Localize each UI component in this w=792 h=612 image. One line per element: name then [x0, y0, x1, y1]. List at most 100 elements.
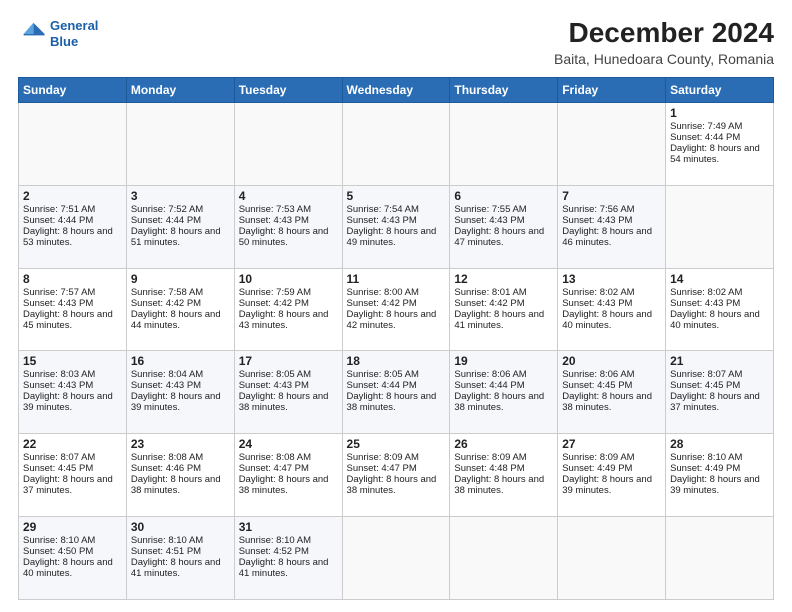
sunset-text: Sunset: 4:43 PM — [562, 215, 661, 226]
calendar-table: SundayMondayTuesdayWednesdayThursdayFrid… — [18, 77, 774, 600]
sunrise-text: Sunrise: 7:54 AM — [347, 204, 446, 215]
calendar-week-row: 15Sunrise: 8:03 AMSunset: 4:43 PMDayligh… — [19, 351, 774, 434]
daylight-text: Daylight: 8 hours and 38 minutes. — [239, 391, 338, 413]
page: General Blue December 2024 Baita, Hunedo… — [0, 0, 792, 612]
calendar-day-cell: 2Sunrise: 7:51 AMSunset: 4:44 PMDaylight… — [19, 185, 127, 268]
daylight-text: Daylight: 8 hours and 39 minutes. — [670, 474, 769, 496]
day-number: 18 — [347, 354, 446, 368]
day-number: 16 — [131, 354, 230, 368]
title-block: December 2024 Baita, Hunedoara County, R… — [554, 18, 774, 67]
sunset-text: Sunset: 4:50 PM — [23, 546, 122, 557]
calendar-day-cell: 25Sunrise: 8:09 AMSunset: 4:47 PMDayligh… — [342, 434, 450, 517]
calendar-day-cell — [666, 185, 774, 268]
sunrise-text: Sunrise: 8:09 AM — [347, 452, 446, 463]
daylight-text: Daylight: 8 hours and 51 minutes. — [131, 226, 230, 248]
daylight-text: Daylight: 8 hours and 38 minutes. — [347, 474, 446, 496]
main-title: December 2024 — [554, 18, 774, 49]
sunset-text: Sunset: 4:46 PM — [131, 463, 230, 474]
sunset-text: Sunset: 4:48 PM — [454, 463, 553, 474]
sunset-text: Sunset: 4:43 PM — [23, 380, 122, 391]
day-number: 6 — [454, 189, 553, 203]
sunset-text: Sunset: 4:43 PM — [239, 215, 338, 226]
sunset-text: Sunset: 4:44 PM — [347, 380, 446, 391]
daylight-text: Daylight: 8 hours and 46 minutes. — [562, 226, 661, 248]
daylight-text: Daylight: 8 hours and 38 minutes. — [454, 391, 553, 413]
sunrise-text: Sunrise: 7:49 AM — [670, 121, 769, 132]
day-number: 8 — [23, 272, 122, 286]
calendar-day-header: Sunday — [19, 77, 127, 102]
logo: General Blue — [18, 18, 98, 49]
day-number: 27 — [562, 437, 661, 451]
daylight-text: Daylight: 8 hours and 39 minutes. — [23, 391, 122, 413]
day-number: 24 — [239, 437, 338, 451]
daylight-text: Daylight: 8 hours and 42 minutes. — [347, 309, 446, 331]
day-number: 2 — [23, 189, 122, 203]
calendar-day-cell: 1Sunrise: 7:49 AMSunset: 4:44 PMDaylight… — [666, 102, 774, 185]
sunset-text: Sunset: 4:44 PM — [23, 215, 122, 226]
sunrise-text: Sunrise: 7:55 AM — [454, 204, 553, 215]
daylight-text: Daylight: 8 hours and 50 minutes. — [239, 226, 338, 248]
calendar-week-row: 22Sunrise: 8:07 AMSunset: 4:45 PMDayligh… — [19, 434, 774, 517]
calendar-day-cell: 23Sunrise: 8:08 AMSunset: 4:46 PMDayligh… — [126, 434, 234, 517]
calendar-day-cell — [342, 517, 450, 600]
calendar-day-cell: 20Sunrise: 8:06 AMSunset: 4:45 PMDayligh… — [558, 351, 666, 434]
daylight-text: Daylight: 8 hours and 40 minutes. — [670, 309, 769, 331]
daylight-text: Daylight: 8 hours and 38 minutes. — [562, 391, 661, 413]
sunset-text: Sunset: 4:44 PM — [670, 132, 769, 143]
header: General Blue December 2024 Baita, Hunedo… — [18, 18, 774, 67]
daylight-text: Daylight: 8 hours and 38 minutes. — [239, 474, 338, 496]
sunrise-text: Sunrise: 8:07 AM — [23, 452, 122, 463]
calendar-day-cell — [126, 102, 234, 185]
calendar-day-cell: 24Sunrise: 8:08 AMSunset: 4:47 PMDayligh… — [234, 434, 342, 517]
day-number: 10 — [239, 272, 338, 286]
daylight-text: Daylight: 8 hours and 53 minutes. — [23, 226, 122, 248]
day-number: 30 — [131, 520, 230, 534]
calendar-day-cell — [19, 102, 127, 185]
sunset-text: Sunset: 4:45 PM — [670, 380, 769, 391]
day-number: 28 — [670, 437, 769, 451]
calendar-day-cell: 11Sunrise: 8:00 AMSunset: 4:42 PMDayligh… — [342, 268, 450, 351]
sunset-text: Sunset: 4:47 PM — [347, 463, 446, 474]
calendar-day-cell: 6Sunrise: 7:55 AMSunset: 4:43 PMDaylight… — [450, 185, 558, 268]
sunrise-text: Sunrise: 7:53 AM — [239, 204, 338, 215]
calendar-day-cell: 18Sunrise: 8:05 AMSunset: 4:44 PMDayligh… — [342, 351, 450, 434]
day-number: 19 — [454, 354, 553, 368]
calendar-day-header: Wednesday — [342, 77, 450, 102]
daylight-text: Daylight: 8 hours and 54 minutes. — [670, 143, 769, 165]
daylight-text: Daylight: 8 hours and 43 minutes. — [239, 309, 338, 331]
daylight-text: Daylight: 8 hours and 41 minutes. — [454, 309, 553, 331]
calendar-day-header: Thursday — [450, 77, 558, 102]
day-number: 1 — [670, 106, 769, 120]
day-number: 20 — [562, 354, 661, 368]
calendar-day-cell — [558, 517, 666, 600]
daylight-text: Daylight: 8 hours and 38 minutes. — [347, 391, 446, 413]
calendar-day-cell: 21Sunrise: 8:07 AMSunset: 4:45 PMDayligh… — [666, 351, 774, 434]
day-number: 14 — [670, 272, 769, 286]
daylight-text: Daylight: 8 hours and 37 minutes. — [670, 391, 769, 413]
sunset-text: Sunset: 4:52 PM — [239, 546, 338, 557]
sunrise-text: Sunrise: 8:09 AM — [454, 452, 553, 463]
sunset-text: Sunset: 4:42 PM — [347, 298, 446, 309]
sunrise-text: Sunrise: 8:10 AM — [23, 535, 122, 546]
calendar-day-cell: 30Sunrise: 8:10 AMSunset: 4:51 PMDayligh… — [126, 517, 234, 600]
sunset-text: Sunset: 4:43 PM — [347, 215, 446, 226]
calendar-day-cell: 10Sunrise: 7:59 AMSunset: 4:42 PMDayligh… — [234, 268, 342, 351]
day-number: 7 — [562, 189, 661, 203]
daylight-text: Daylight: 8 hours and 39 minutes. — [131, 391, 230, 413]
sunset-text: Sunset: 4:49 PM — [670, 463, 769, 474]
sunrise-text: Sunrise: 7:52 AM — [131, 204, 230, 215]
calendar-day-cell: 12Sunrise: 8:01 AMSunset: 4:42 PMDayligh… — [450, 268, 558, 351]
calendar-day-header: Friday — [558, 77, 666, 102]
day-number: 15 — [23, 354, 122, 368]
daylight-text: Daylight: 8 hours and 49 minutes. — [347, 226, 446, 248]
sunset-text: Sunset: 4:49 PM — [562, 463, 661, 474]
calendar-day-cell: 3Sunrise: 7:52 AMSunset: 4:44 PMDaylight… — [126, 185, 234, 268]
calendar-day-cell — [234, 102, 342, 185]
sunrise-text: Sunrise: 8:03 AM — [23, 369, 122, 380]
calendar-day-cell: 14Sunrise: 8:02 AMSunset: 4:43 PMDayligh… — [666, 268, 774, 351]
sunset-text: Sunset: 4:47 PM — [239, 463, 338, 474]
sunrise-text: Sunrise: 8:06 AM — [562, 369, 661, 380]
sunrise-text: Sunrise: 8:10 AM — [131, 535, 230, 546]
sunrise-text: Sunrise: 8:10 AM — [239, 535, 338, 546]
sunrise-text: Sunrise: 7:51 AM — [23, 204, 122, 215]
